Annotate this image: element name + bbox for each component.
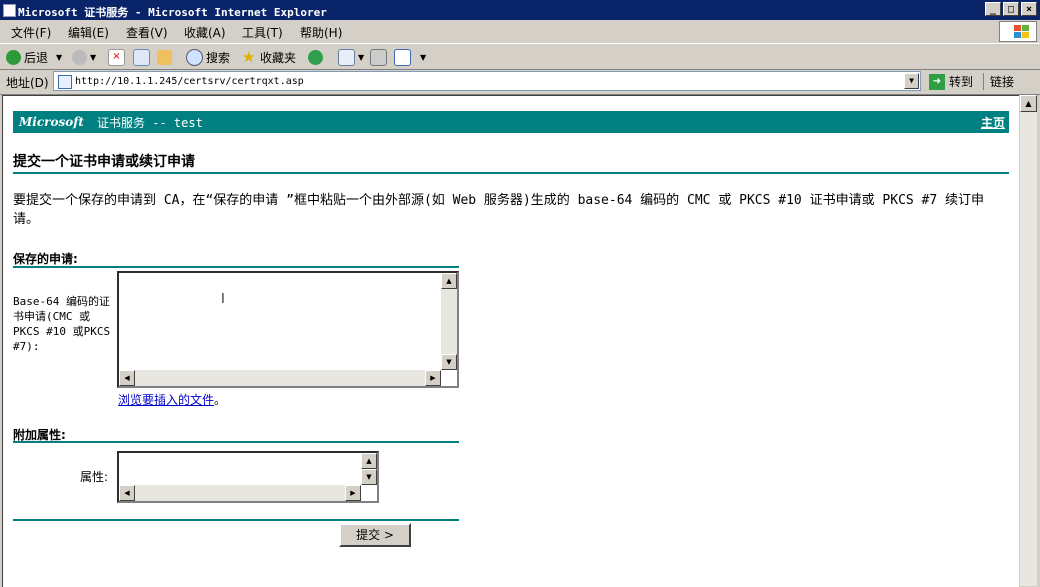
forward-arrow-icon (72, 49, 87, 65)
submit-button[interactable]: 提交 > (339, 523, 411, 547)
favorites-label: 收藏夹 (260, 50, 297, 65)
attr-scroll-right-icon[interactable]: ▶ (345, 485, 361, 501)
saved-request-divider (13, 266, 459, 268)
header-service: 证书服务 -- test (97, 116, 203, 130)
attr-scroll-up-icon[interactable]: ▲ (361, 453, 377, 469)
go-button[interactable]: ➜ 转到 (929, 73, 973, 90)
browse-file-link[interactable]: 浏览要插入的文件 (118, 393, 214, 407)
forward-dropdown-icon: ▼ (90, 52, 97, 62)
request-vscrollbar[interactable]: ▲ ▼ (441, 273, 457, 370)
menu-file[interactable]: 文件(F) (11, 24, 51, 41)
edit-dropdown-icon: ▼ (420, 52, 427, 62)
attributes-divider (13, 441, 459, 443)
page-icon (58, 75, 72, 89)
close-button[interactable]: × (1021, 2, 1037, 16)
menu-tools[interactable]: 工具(T) (242, 24, 283, 41)
scroll-down-icon[interactable]: ▼ (441, 354, 457, 370)
star-icon: ★ (242, 47, 256, 66)
mail-dropdown-icon: ▼ (358, 52, 365, 62)
forward-button[interactable]: ▼ (72, 48, 96, 66)
go-arrow-icon: ➜ (929, 73, 945, 90)
header-brand: Microsoft (19, 115, 84, 129)
refresh-button[interactable] (133, 48, 153, 66)
attr-scroll-down-icon[interactable]: ▼ (361, 469, 377, 485)
page-header-bar: Microsoft 证书服务 -- test 主页 (13, 111, 1009, 133)
home-icon (157, 49, 172, 65)
menu-bar: 文件(F) 编辑(E) 查看(V) 收藏(A) 工具(T) 帮助(H) (0, 20, 1040, 44)
text-cursor-icon: I (221, 292, 225, 307)
request-hscrollbar[interactable]: ◀ ▶ (119, 370, 441, 386)
attributes-vscrollbar[interactable]: ▲ ▼ (361, 453, 377, 485)
submit-divider (13, 519, 459, 521)
mail-button[interactable]: ▼ (338, 48, 364, 66)
intro-text: 要提交一个保存的申请到 CA，在“保存的申请 ”框中粘贴一个由外部源(如 Web… (13, 193, 985, 227)
address-input[interactable]: http://10.1.1.245/certsrv/certrqxt.asp ▼ (53, 71, 921, 91)
attr-scroll-left-icon[interactable]: ◀ (119, 485, 135, 501)
search-button[interactable]: 搜索 (186, 48, 230, 66)
scroll-up-icon[interactable]: ▲ (441, 273, 457, 289)
browse-line: 浏览要插入的文件。 (118, 391, 226, 408)
scroll-left-icon[interactable]: ◀ (119, 370, 135, 386)
back-dropdown-icon: ▼ (56, 52, 63, 62)
window-titlebar: Microsoft 证书服务 - Microsoft Internet Expl… (0, 0, 1040, 20)
browser-vscrollbar[interactable]: ▲ (1019, 95, 1037, 586)
stop-icon: × (108, 48, 125, 66)
browse-suffix: 。 (214, 393, 227, 407)
request-field-label: Base-64 编码的证书申请(CMC 或PKCS #10 或PKCS #7): (13, 295, 111, 353)
window-controls: _ □ × (985, 2, 1037, 16)
windows-logo-icon (999, 21, 1037, 42)
menu-help[interactable]: 帮助(H) (300, 24, 342, 41)
menu-favorites[interactable]: 收藏(A) (184, 24, 226, 41)
links-button[interactable]: 链接 (983, 73, 1014, 90)
attributes-label: 属性: (80, 470, 109, 484)
window-title: Microsoft 证书服务 - Microsoft Internet Expl… (18, 6, 327, 19)
search-label: 搜索 (206, 50, 231, 65)
media-icon (308, 49, 323, 65)
address-url: http://10.1.1.245/certsrv/certrqxt.asp (75, 76, 304, 87)
menu-view[interactable]: 查看(V) (126, 24, 168, 41)
stop-button[interactable]: × (108, 48, 128, 66)
address-bar: 地址(D) http://10.1.1.245/certsrv/certrqxt… (0, 70, 1040, 95)
browser-scroll-up-icon[interactable]: ▲ (1020, 95, 1037, 112)
print-icon (370, 48, 387, 66)
request-textarea[interactable]: ▲ ▼ ◀ ▶ (117, 271, 459, 388)
refresh-icon (133, 48, 150, 66)
page-title: 提交一个证书申请或续订申请 (13, 154, 195, 170)
media-button[interactable] (308, 48, 326, 66)
home-link[interactable]: 主页 (981, 114, 1005, 131)
page-content: Microsoft 证书服务 -- test 主页 提交一个证书申请或续订申请 … (2, 95, 1019, 587)
edit-button[interactable]: ▼ (394, 48, 426, 66)
home-button[interactable] (157, 48, 175, 66)
back-label: 后退 (24, 50, 49, 65)
title-divider (13, 172, 1009, 174)
menu-edit[interactable]: 编辑(E) (68, 24, 109, 41)
word-edit-icon (394, 48, 411, 66)
attributes-hscrollbar[interactable]: ◀ ▶ (119, 485, 361, 501)
ie-app-icon (3, 4, 16, 17)
address-dropdown-icon[interactable]: ▼ (904, 73, 919, 89)
maximize-button[interactable]: □ (1003, 2, 1019, 16)
attributes-textarea[interactable]: ▲ ▼ ◀ ▶ (117, 451, 379, 503)
minimize-button[interactable]: _ (985, 2, 1001, 16)
back-button[interactable]: 后退 ▼ (6, 48, 62, 66)
favorites-button[interactable]: ★ 收藏夹 (242, 48, 296, 66)
address-label: 地址(D) (6, 76, 49, 90)
print-button[interactable] (370, 48, 390, 66)
go-label: 转到 (949, 75, 974, 89)
mail-icon (338, 48, 355, 66)
standard-toolbar: 后退 ▼ ▼ × 搜索 ★ 收藏夹 ▼ ▼ (0, 44, 1040, 70)
back-arrow-icon (6, 49, 21, 65)
scroll-right-icon[interactable]: ▶ (425, 370, 441, 386)
saved-request-heading: 保存的申请: (13, 252, 78, 266)
search-icon (186, 48, 203, 66)
